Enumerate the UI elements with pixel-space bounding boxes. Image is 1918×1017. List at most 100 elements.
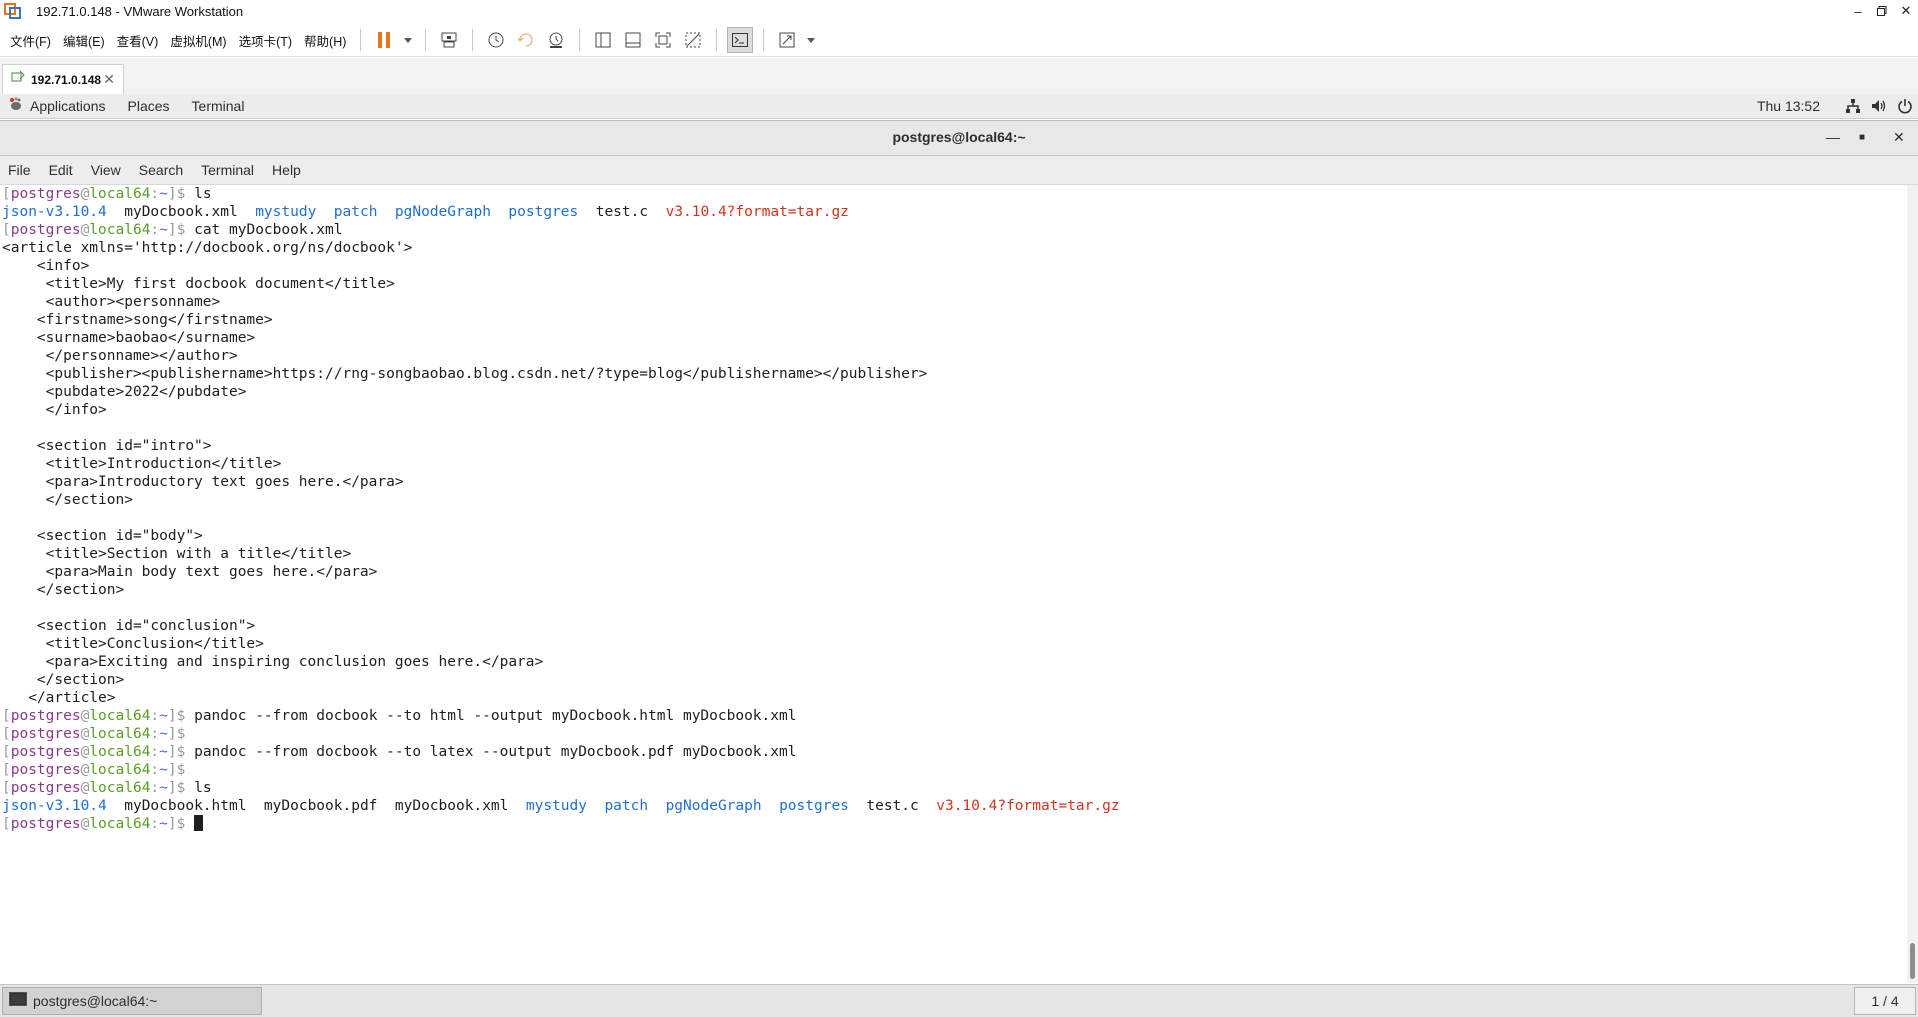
workspace-indicator[interactable]: 1 / 4 [1854, 987, 1916, 1015]
cat-output-line: <title>Introduction</title> [2, 455, 1907, 473]
terminal-menu-search[interactable]: Search [139, 162, 183, 178]
menu-file[interactable]: 文件(F) [4, 31, 57, 50]
command-text: pandoc --from docbook --to latex --outpu… [194, 744, 797, 760]
cat-output-line: <para>Main body text goes here.</para> [2, 563, 1907, 581]
prompt-host: local64 [89, 780, 151, 796]
cat-output-line: <section id="conclusion"> [2, 617, 1907, 635]
prompt-path: ~ [159, 222, 168, 238]
vm-running-icon [11, 70, 25, 89]
menu-help[interactable]: 帮助(H) [298, 31, 352, 50]
close-button[interactable]: ✕ [1894, 0, 1918, 22]
xml-text: </info> [2, 402, 107, 418]
terminal-scrollbar[interactable] [1907, 185, 1918, 983]
volume-icon[interactable] [1866, 98, 1892, 114]
vm-tab[interactable]: 192.71.0.148 ✕ [2, 64, 124, 94]
revert-snapshot-icon[interactable] [513, 27, 539, 53]
cat-output-line: </section> [2, 581, 1907, 599]
xml-text: <firstname>song</firstname> [2, 312, 273, 328]
cat-output-line: <article xmlns='http://docbook.org/ns/do… [2, 239, 1907, 257]
xml-text: </personname></author> [2, 348, 238, 364]
console-view-icon[interactable] [727, 27, 754, 53]
pause-icon[interactable] [371, 27, 397, 53]
terminal-close-button[interactable]: ✕ [1893, 129, 1905, 146]
cat-output-line: <title>Section with a title</title> [2, 545, 1907, 563]
gnome-places-menu[interactable]: Places [128, 98, 170, 114]
snapshot-icon[interactable] [483, 27, 509, 53]
cat-output-line: </personname></author> [2, 347, 1907, 365]
stretch-guest-icon[interactable] [774, 27, 800, 53]
terminal-minimize-button[interactable]: — [1826, 129, 1840, 145]
prompt-host: local64 [89, 708, 151, 724]
ls-entry: myDocbook.xml [394, 798, 509, 814]
command-line: [postgres@local64:~]$ pandoc --from docb… [2, 707, 1907, 725]
thumbnail-bar-icon[interactable] [620, 27, 646, 53]
cat-output-line: <section id="body"> [2, 527, 1907, 545]
command-text: pandoc --from docbook --to html --output… [194, 708, 797, 724]
cat-output-line: <para>Introductory text goes here.</para… [2, 473, 1907, 491]
command-text: cat myDocbook.xml [194, 222, 343, 238]
unity-icon[interactable] [680, 27, 706, 53]
stretch-dropdown-icon[interactable] [804, 27, 818, 53]
xml-text: <para>Exciting and inspiring conclusion … [2, 654, 544, 670]
xml-text: </section> [2, 492, 133, 508]
menu-tabs[interactable]: 选项卡(T) [233, 31, 298, 50]
ls-entry: myDocbook.html [124, 798, 247, 814]
prompt-end: ]$ [167, 222, 195, 238]
terminal-maximize-button[interactable]: ■ [1859, 132, 1865, 143]
cat-output-line: <pubdate>2022</pubdate> [2, 383, 1907, 401]
library-panel-icon[interactable] [590, 27, 616, 53]
menu-vm[interactable]: 虚拟机(M) [164, 31, 232, 50]
ls-entry: pgNodeGraph [394, 204, 491, 220]
command-text: ls [194, 780, 212, 796]
ls-entry: pgNodeGraph [665, 798, 762, 814]
menu-view[interactable]: 查看(V) [111, 31, 165, 50]
pause-dropdown-icon[interactable] [401, 27, 415, 53]
ls-entry: myDocbook.xml [124, 204, 238, 220]
terminal-output[interactable]: [postgres@local64:~]$ ls json-v3.10.4 myD… [0, 185, 1907, 983]
cat-output-line: <author><personname> [2, 293, 1907, 311]
gnome-applications-menu[interactable]: Applications [30, 98, 106, 114]
xml-text: </article> [2, 690, 116, 706]
xml-text: <pubdate>2022</pubdate> [2, 384, 247, 400]
prompt-bracket: [ [2, 780, 11, 796]
xml-text: <section id="conclusion"> [2, 618, 256, 634]
terminal-menu-edit[interactable]: Edit [49, 162, 73, 178]
xml-text: <section id="body"> [2, 528, 203, 544]
prompt-at: @ [80, 816, 90, 832]
close-tab-icon[interactable]: ✕ [103, 71, 115, 88]
prompt-separator: : [150, 186, 160, 202]
snapshot-manager-icon[interactable] [543, 27, 569, 53]
command-line: [postgres@local64:~]$ [2, 725, 1907, 743]
cat-output-line: <title>My first docbook document</title> [2, 275, 1907, 293]
terminal-menu-terminal[interactable]: Terminal [201, 162, 254, 178]
power-icon[interactable] [1892, 98, 1918, 114]
taskbar-terminal-item[interactable]: postgres@local64:~ [2, 987, 262, 1015]
prompt-end: ]$ [167, 816, 195, 832]
gnome-terminal-menu[interactable]: Terminal [192, 98, 245, 114]
send-ctrl-alt-del-icon[interactable] [436, 27, 462, 53]
terminal-menu-file[interactable]: File [8, 162, 31, 178]
command-line: [postgres@local64:~]$ [2, 761, 1907, 779]
fullscreen-icon[interactable] [650, 27, 676, 53]
prompt-separator: : [150, 744, 160, 760]
minimize-button[interactable]: – [1846, 0, 1870, 22]
ls-entry: test.c [595, 204, 649, 220]
maximize-button[interactable] [1870, 0, 1894, 22]
ls-entry: v3.10.4?format=tar.gz [936, 798, 1120, 814]
ls-output-line: json-v3.10.4 myDocbook.xml mystudy patch… [2, 203, 1907, 221]
scrollbar-thumb[interactable] [1910, 943, 1915, 979]
ls-entry: json-v3.10.4 [2, 204, 107, 220]
ls-entry: myDocbook.pdf [263, 798, 378, 814]
xml-text: <para>Introductory text goes here.</para… [2, 474, 404, 490]
prompt-separator: : [150, 780, 160, 796]
menu-edit[interactable]: 编辑(E) [57, 31, 111, 50]
prompt-at: @ [80, 744, 90, 760]
terminal-menu-view[interactable]: View [91, 162, 121, 178]
clock[interactable]: Thu 13:52 [1757, 98, 1820, 114]
vmware-logo-icon [4, 3, 22, 19]
prompt-at: @ [80, 726, 90, 742]
command-line: [postgres@local64:~]$ [2, 815, 1907, 833]
network-icon[interactable] [1840, 98, 1866, 114]
prompt-path: ~ [159, 816, 168, 832]
terminal-menu-help[interactable]: Help [272, 162, 301, 178]
